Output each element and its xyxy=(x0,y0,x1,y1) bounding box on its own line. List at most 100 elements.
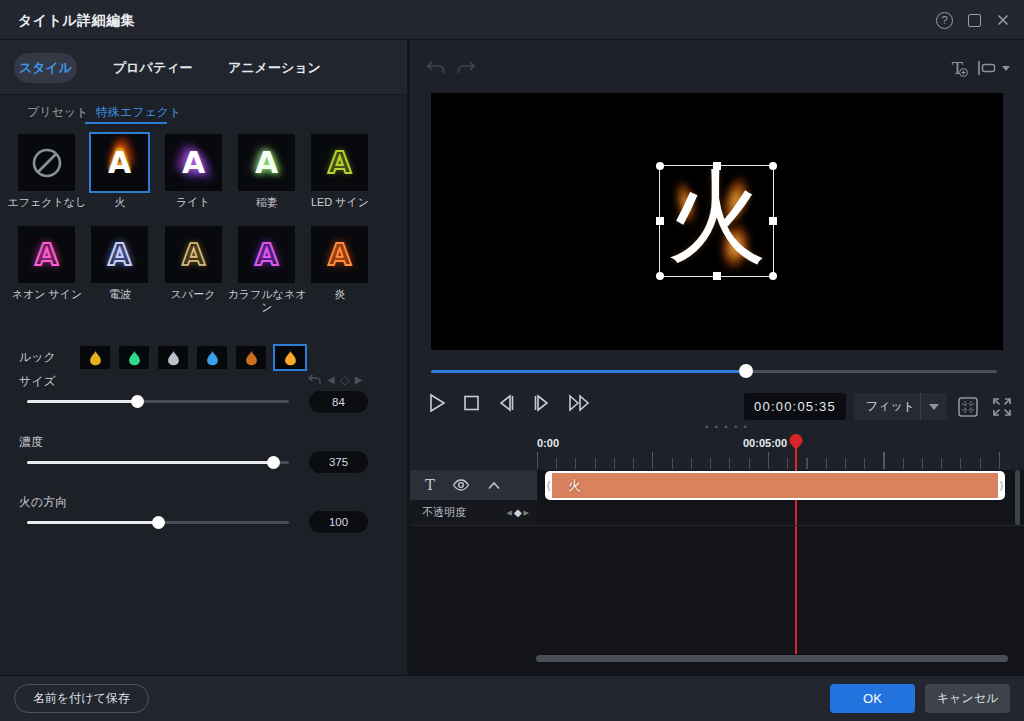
seek-bar[interactable] xyxy=(431,370,997,373)
close-icon[interactable] xyxy=(996,13,1010,27)
timecode-display: 00:00:05:35 xyxy=(744,393,846,420)
seek-bar-thumb[interactable] xyxy=(739,364,753,378)
resize-handle[interactable] xyxy=(769,272,777,280)
main-tabs: スタイル プロパティー アニメーション xyxy=(0,40,407,95)
horizontal-scrollbar[interactable] xyxy=(536,655,1008,662)
density-slider[interactable] xyxy=(27,461,289,464)
video-preview[interactable]: 火 xyxy=(431,93,1003,350)
next-keyframe-icon[interactable]: ▶ xyxy=(355,374,363,385)
vertical-scrollbar[interactable] xyxy=(1015,470,1020,525)
look-swatch-6[interactable] xyxy=(275,346,305,369)
effect-neon-sign[interactable]: A xyxy=(18,226,75,283)
resize-handle[interactable] xyxy=(713,162,721,170)
look-swatch-1[interactable] xyxy=(80,346,110,369)
effect-flame[interactable]: A xyxy=(311,226,368,283)
text-track-icon: T xyxy=(425,476,435,494)
clip-trim-right[interactable]: ) xyxy=(1000,471,1003,500)
prev-keyframe-icon[interactable]: ◀ xyxy=(507,509,512,517)
effect-colorful-neon[interactable]: A xyxy=(238,226,295,283)
effect-label: 稲妻 xyxy=(227,196,307,209)
save-as-button[interactable]: 名前を付けて保存 xyxy=(14,684,149,713)
opacity-label: 不透明度 xyxy=(410,505,507,520)
flame-icon xyxy=(284,350,297,366)
density-slider-thumb[interactable] xyxy=(267,456,280,469)
play-button[interactable] xyxy=(427,392,447,414)
help-icon[interactable]: ? xyxy=(936,12,953,29)
flame-icon xyxy=(128,350,141,366)
footer-bar: 名前を付けて保存 OK キャンセル xyxy=(0,675,1024,721)
undo-icon[interactable] xyxy=(307,373,322,386)
effect-light[interactable]: A xyxy=(165,134,222,191)
effect-wave[interactable]: A xyxy=(91,226,148,283)
effect-lightning[interactable]: A xyxy=(238,134,295,191)
text-selection-box[interactable]: 火 xyxy=(659,165,774,277)
look-swatch-3[interactable] xyxy=(158,346,188,369)
redo-button[interactable] xyxy=(455,60,477,77)
ok-button[interactable]: OK xyxy=(830,684,915,713)
collapse-icon[interactable] xyxy=(487,481,501,490)
next-frame-button[interactable] xyxy=(531,392,553,414)
splitter-handle[interactable]: • • • • • xyxy=(705,422,749,432)
effect-label: ネオン サイン xyxy=(7,288,87,301)
effect-fire[interactable]: A xyxy=(91,134,148,191)
cancel-button[interactable]: キャンセル xyxy=(925,684,1010,713)
undo-button[interactable] xyxy=(425,60,447,77)
keyframe-diamond-icon[interactable]: ◆ xyxy=(514,507,522,518)
fast-forward-button[interactable] xyxy=(567,392,593,414)
zoom-mode-dropdown[interactable]: フィット xyxy=(854,393,947,420)
grid-toggle-icon[interactable] xyxy=(957,396,979,418)
maximize-icon[interactable] xyxy=(968,14,981,27)
fullscreen-icon[interactable] xyxy=(991,396,1013,418)
size-value[interactable]: 84 xyxy=(309,391,368,413)
preview-text[interactable]: 火 xyxy=(667,151,767,286)
fire-direction-label: 火の方向 xyxy=(19,494,67,511)
fire-direction-slider-thumb[interactable] xyxy=(152,516,165,529)
effect-label: 電波 xyxy=(80,288,160,301)
size-slider[interactable] xyxy=(27,400,289,403)
preview-panel: T 火 xyxy=(407,40,1024,675)
timeline-ruler[interactable]: 0:00 00:05:00 xyxy=(407,432,1024,470)
size-slider-thumb[interactable] xyxy=(131,395,144,408)
subtab-special-effect[interactable]: 特殊エフェクト xyxy=(96,104,181,121)
effect-label: エフェクトなし xyxy=(7,196,87,209)
title-clip[interactable]: ( 火 ) xyxy=(545,471,1005,500)
add-text-icon[interactable]: T xyxy=(952,58,963,78)
fire-direction-slider[interactable] xyxy=(27,521,289,524)
resize-handle[interactable] xyxy=(656,217,664,225)
look-swatch-2[interactable] xyxy=(119,346,149,369)
look-swatch-4[interactable] xyxy=(197,346,227,369)
effect-spark[interactable]: A xyxy=(165,226,222,283)
prev-keyframe-icon[interactable]: ◀ xyxy=(327,374,335,385)
fire-direction-value[interactable]: 100 xyxy=(309,511,368,533)
dropdown-arrow[interactable] xyxy=(921,404,947,410)
density-value[interactable]: 375 xyxy=(309,451,368,473)
subtab-preset[interactable]: プリセット xyxy=(27,104,88,121)
tab-properties[interactable]: プロパティー xyxy=(113,40,193,95)
next-keyframe-icon[interactable]: ▶ xyxy=(524,509,529,517)
wave-effect-thumb: A xyxy=(108,237,131,272)
resize-handle[interactable] xyxy=(656,272,664,280)
effect-label: スパーク xyxy=(153,288,233,301)
effect-label: 炎 xyxy=(300,288,380,301)
look-swatch-5[interactable] xyxy=(236,346,266,369)
eye-icon[interactable] xyxy=(452,479,470,491)
previous-frame-button[interactable] xyxy=(495,392,517,414)
opacity-keyframe-nav: ◀ ◆ ▶ xyxy=(507,507,537,518)
align-tool[interactable] xyxy=(977,60,1010,76)
row-divider xyxy=(407,525,1024,526)
resize-handle[interactable] xyxy=(769,162,777,170)
stop-button[interactable] xyxy=(461,392,481,414)
clip-trim-left[interactable]: ( xyxy=(547,471,550,500)
flame-icon xyxy=(89,350,102,366)
add-keyframe-icon[interactable]: ◇ xyxy=(340,372,350,387)
style-panel: スタイル プロパティー アニメーション プリセット 特殊エフェクト A A A … xyxy=(0,40,407,675)
tab-animation[interactable]: アニメーション xyxy=(228,40,321,95)
lightning-effect-thumb: A xyxy=(255,145,278,180)
effect-label: ライト xyxy=(153,196,233,209)
resize-handle[interactable] xyxy=(656,162,664,170)
effect-led[interactable]: A xyxy=(311,134,368,191)
resize-handle[interactable] xyxy=(769,217,777,225)
tab-style[interactable]: スタイル xyxy=(14,53,77,83)
resize-handle[interactable] xyxy=(713,272,721,280)
effect-none[interactable] xyxy=(18,134,75,191)
